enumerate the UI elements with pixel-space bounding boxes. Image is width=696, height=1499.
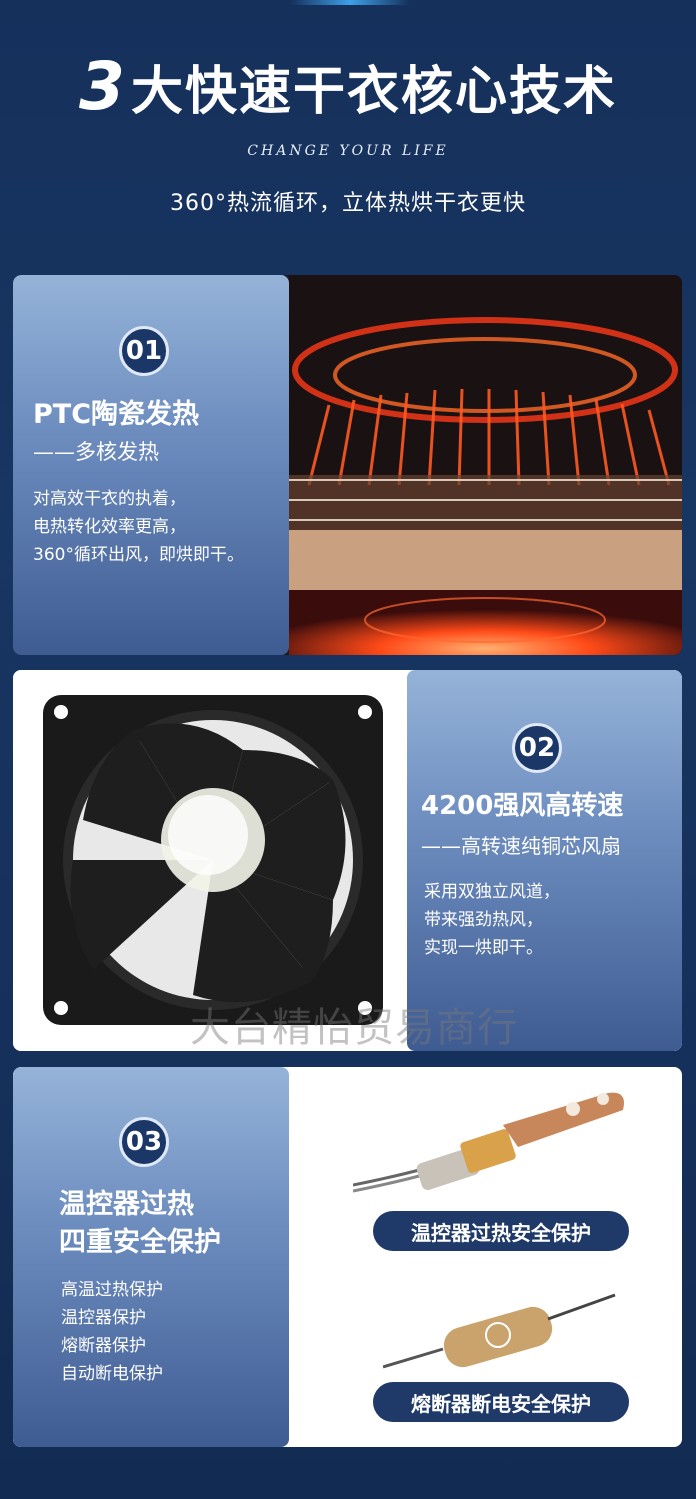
feature-description-line: 360°循环出风，即烘即干。 bbox=[33, 545, 244, 565]
thermostat-image bbox=[352, 1085, 633, 1205]
hero-subtitle-english: CHANGE YOUR LIFE bbox=[247, 143, 449, 159]
thermostat-protection-label: 温控器过热安全保护 bbox=[373, 1211, 629, 1251]
feature-card-safety: 03 温控器过热 四重安全保护 高温过热保护 温控器保护 熔断器保护 自动断电保… bbox=[13, 1067, 682, 1447]
feature-subtitle: ——高转速纯铜芯风扇 bbox=[421, 834, 621, 858]
feature-text-panel: 03 温控器过热 四重安全保护 高温过热保护 温控器保护 熔断器保护 自动断电保… bbox=[13, 1067, 289, 1447]
hero-title-text: 大快速干衣核心技术 bbox=[130, 62, 617, 122]
feature-card-ptc: 01 PTC陶瓷发热 ——多核发热 对高效干衣的执着， 电热转化效率更高， 36… bbox=[13, 275, 682, 655]
fuse-image bbox=[382, 1277, 623, 1377]
feature-number-badge: 01 bbox=[119, 326, 169, 376]
feature-description-line: 温控器保护 bbox=[61, 1308, 146, 1328]
feature-number-badge: 03 bbox=[119, 1117, 169, 1167]
feature-description: 高温过热保护 温控器保护 熔断器保护 自动断电保护 bbox=[61, 1276, 163, 1388]
feature-description-line: 高温过热保护 bbox=[61, 1280, 163, 1300]
feature-description: 采用双独立风道， 带来强劲热风， 实现一烘即干。 bbox=[424, 878, 560, 962]
thermostat-illustration bbox=[352, 1092, 624, 1193]
fuse-protection-label: 熔断器断电安全保护 bbox=[373, 1382, 629, 1422]
ptc-heater-image bbox=[289, 275, 682, 655]
hero-subtitle: 360°热流循环，立体热烘干衣更快 bbox=[170, 191, 526, 216]
feature-description-line: 采用双独立风道， bbox=[424, 882, 560, 902]
feature-subtitle: ——多核发热 bbox=[33, 440, 159, 464]
fan-image bbox=[13, 670, 407, 1051]
feature-description: 对高效干衣的执着， 电热转化效率更高， 360°循环出风，即烘即干。 bbox=[33, 485, 244, 569]
watermark-text: 大台精怡贸易商行 bbox=[190, 1005, 518, 1051]
feature-description-line: 自动断电保护 bbox=[61, 1364, 163, 1384]
feature-description-line: 带来强劲热风， bbox=[424, 910, 543, 930]
feature-text-panel: 02 4200强风高转速 ——高转速纯铜芯风扇 采用双独立风道， 带来强劲热风，… bbox=[407, 670, 682, 1051]
feature-number-badge: 02 bbox=[512, 723, 562, 773]
hero-title-number: 3 bbox=[79, 48, 127, 125]
feature-title-line1: 温控器过热 bbox=[59, 1189, 194, 1220]
hero-title: 3大快速干衣核心技术 bbox=[0, 48, 696, 125]
feature-title-line2: 四重安全保护 bbox=[59, 1227, 221, 1258]
feature-text-panel: 01 PTC陶瓷发热 ——多核发热 对高效干衣的执着， 电热转化效率更高， 36… bbox=[13, 275, 289, 655]
fan-illustration bbox=[43, 695, 383, 1025]
top-decoration bbox=[290, 0, 410, 5]
fuse-illustration bbox=[382, 1293, 616, 1369]
feature-description-line: 实现一烘即干。 bbox=[424, 938, 543, 958]
feature-card-fan: 02 4200强风高转速 ——高转速纯铜芯风扇 采用双独立风道， 带来强劲热风，… bbox=[13, 670, 682, 1051]
feature-description-line: 对高效干衣的执着， bbox=[33, 489, 186, 509]
feature-description-line: 熔断器保护 bbox=[61, 1336, 146, 1356]
feature-title: PTC陶瓷发热 bbox=[33, 399, 200, 430]
feature-description-line: 电热转化效率更高， bbox=[33, 517, 186, 537]
ptc-heater-illustration bbox=[289, 275, 682, 655]
feature-title: 4200强风高转速 bbox=[421, 791, 624, 821]
